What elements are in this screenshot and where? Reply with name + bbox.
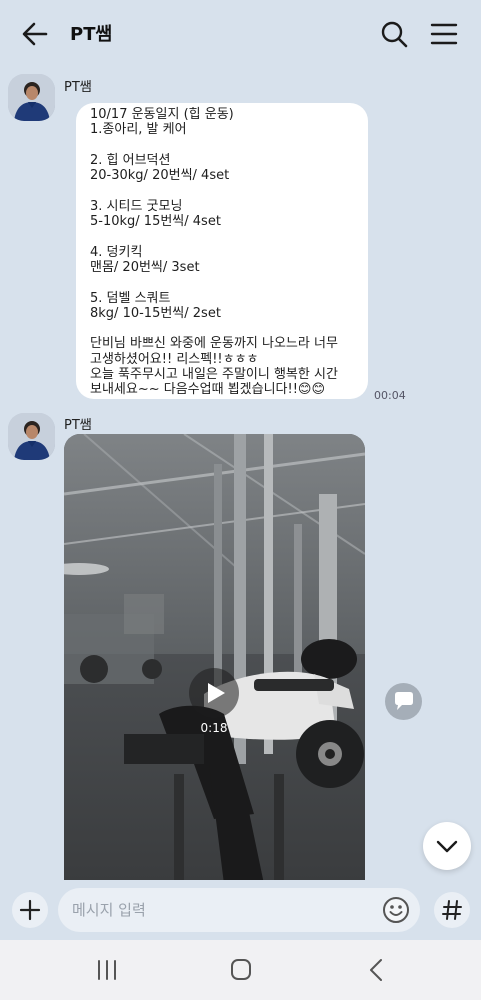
hashtag-icon: [442, 900, 462, 920]
attach-button[interactable]: [12, 892, 48, 928]
menu-button[interactable]: [428, 18, 460, 50]
chevron-down-icon: [436, 840, 458, 853]
play-icon: [208, 683, 225, 703]
sender-name: PT쌤: [64, 418, 92, 433]
emoji-button[interactable]: [381, 895, 411, 925]
sender-name: PT쌤: [64, 80, 92, 95]
system-nav-bar: [0, 940, 481, 1000]
plus-icon: [19, 899, 41, 921]
reply-button[interactable]: [385, 683, 422, 720]
message-bubble[interactable]: 10/17 운동일지 (힙 운동) 1.종아리, 발 케어 2. 힙 어브덕션 …: [76, 103, 368, 399]
video-thumbnail: [64, 434, 365, 884]
emoji-icon: [383, 897, 409, 923]
scroll-down-button[interactable]: [423, 822, 471, 870]
home-button[interactable]: [226, 956, 256, 984]
chat-title: PT쌤: [70, 24, 113, 45]
video-duration: 0:18: [200, 721, 228, 735]
avatar[interactable]: [8, 74, 55, 121]
search-icon: [381, 21, 408, 48]
profile-photo: [8, 74, 55, 121]
arrow-left-icon: [22, 22, 48, 46]
chat-bubble-icon: [395, 692, 413, 710]
hamburger-menu-icon: [430, 23, 458, 45]
nav-back-icon: [370, 959, 382, 981]
search-button[interactable]: [378, 18, 410, 50]
back-button[interactable]: [18, 18, 52, 50]
recent-apps-button[interactable]: [92, 956, 122, 984]
message-input[interactable]: [58, 888, 420, 932]
profile-photo: [8, 413, 55, 460]
top-bar: PT쌤: [0, 0, 481, 66]
message-time: 00:04: [374, 389, 406, 402]
hashtag-button[interactable]: [434, 892, 470, 928]
home-icon: [231, 959, 251, 980]
video-message[interactable]: 0:18: [64, 434, 365, 884]
input-bar: [0, 880, 481, 940]
play-button[interactable]: [189, 668, 239, 718]
avatar[interactable]: [8, 413, 55, 460]
nav-back-button[interactable]: [362, 956, 392, 984]
recent-apps-icon: [98, 960, 116, 980]
